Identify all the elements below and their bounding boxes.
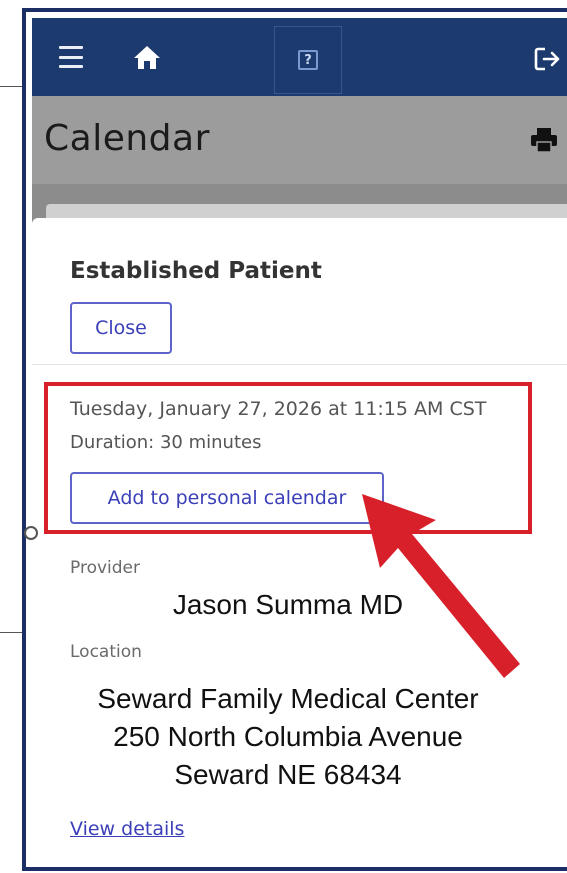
location-line: 250 North Columbia Avenue [113, 721, 463, 752]
close-button[interactable]: Close [70, 302, 172, 354]
logout-icon[interactable] [531, 44, 565, 74]
resize-handle[interactable] [24, 526, 38, 540]
home-icon[interactable] [130, 42, 164, 72]
hamburger-menu-icon[interactable] [58, 46, 84, 68]
appointment-datetime: Tuesday, January 27, 2026 at 11:15 AM CS… [70, 398, 487, 420]
dialog-divider [32, 364, 567, 365]
page-header: Calendar [32, 96, 567, 184]
help-button[interactable]: ? [274, 26, 342, 94]
background-line-top [0, 86, 24, 87]
location-line: Seward NE 68434 [174, 759, 402, 790]
view-details-link[interactable]: View details [70, 818, 184, 840]
top-nav-bar: ? [32, 18, 567, 96]
add-to-calendar-button[interactable]: Add to personal calendar [70, 472, 384, 524]
print-icon[interactable] [529, 126, 559, 154]
appointment-duration: Duration: 30 minutes [70, 432, 262, 453]
page-title: Calendar [44, 118, 210, 159]
background-line-bottom [0, 632, 24, 633]
location-line: Seward Family Medical Center [97, 683, 479, 714]
app-frame: ? Calendar Established Patient Close Tue… [22, 8, 567, 871]
provider-name: Jason Summa MD [172, 589, 404, 620]
location-label: Location [70, 642, 142, 662]
help-icon: ? [298, 50, 318, 70]
appointment-dialog: Established Patient Close Tuesday, Janua… [32, 218, 567, 867]
dialog-title: Established Patient [70, 258, 322, 284]
provider-label: Provider [70, 558, 140, 578]
